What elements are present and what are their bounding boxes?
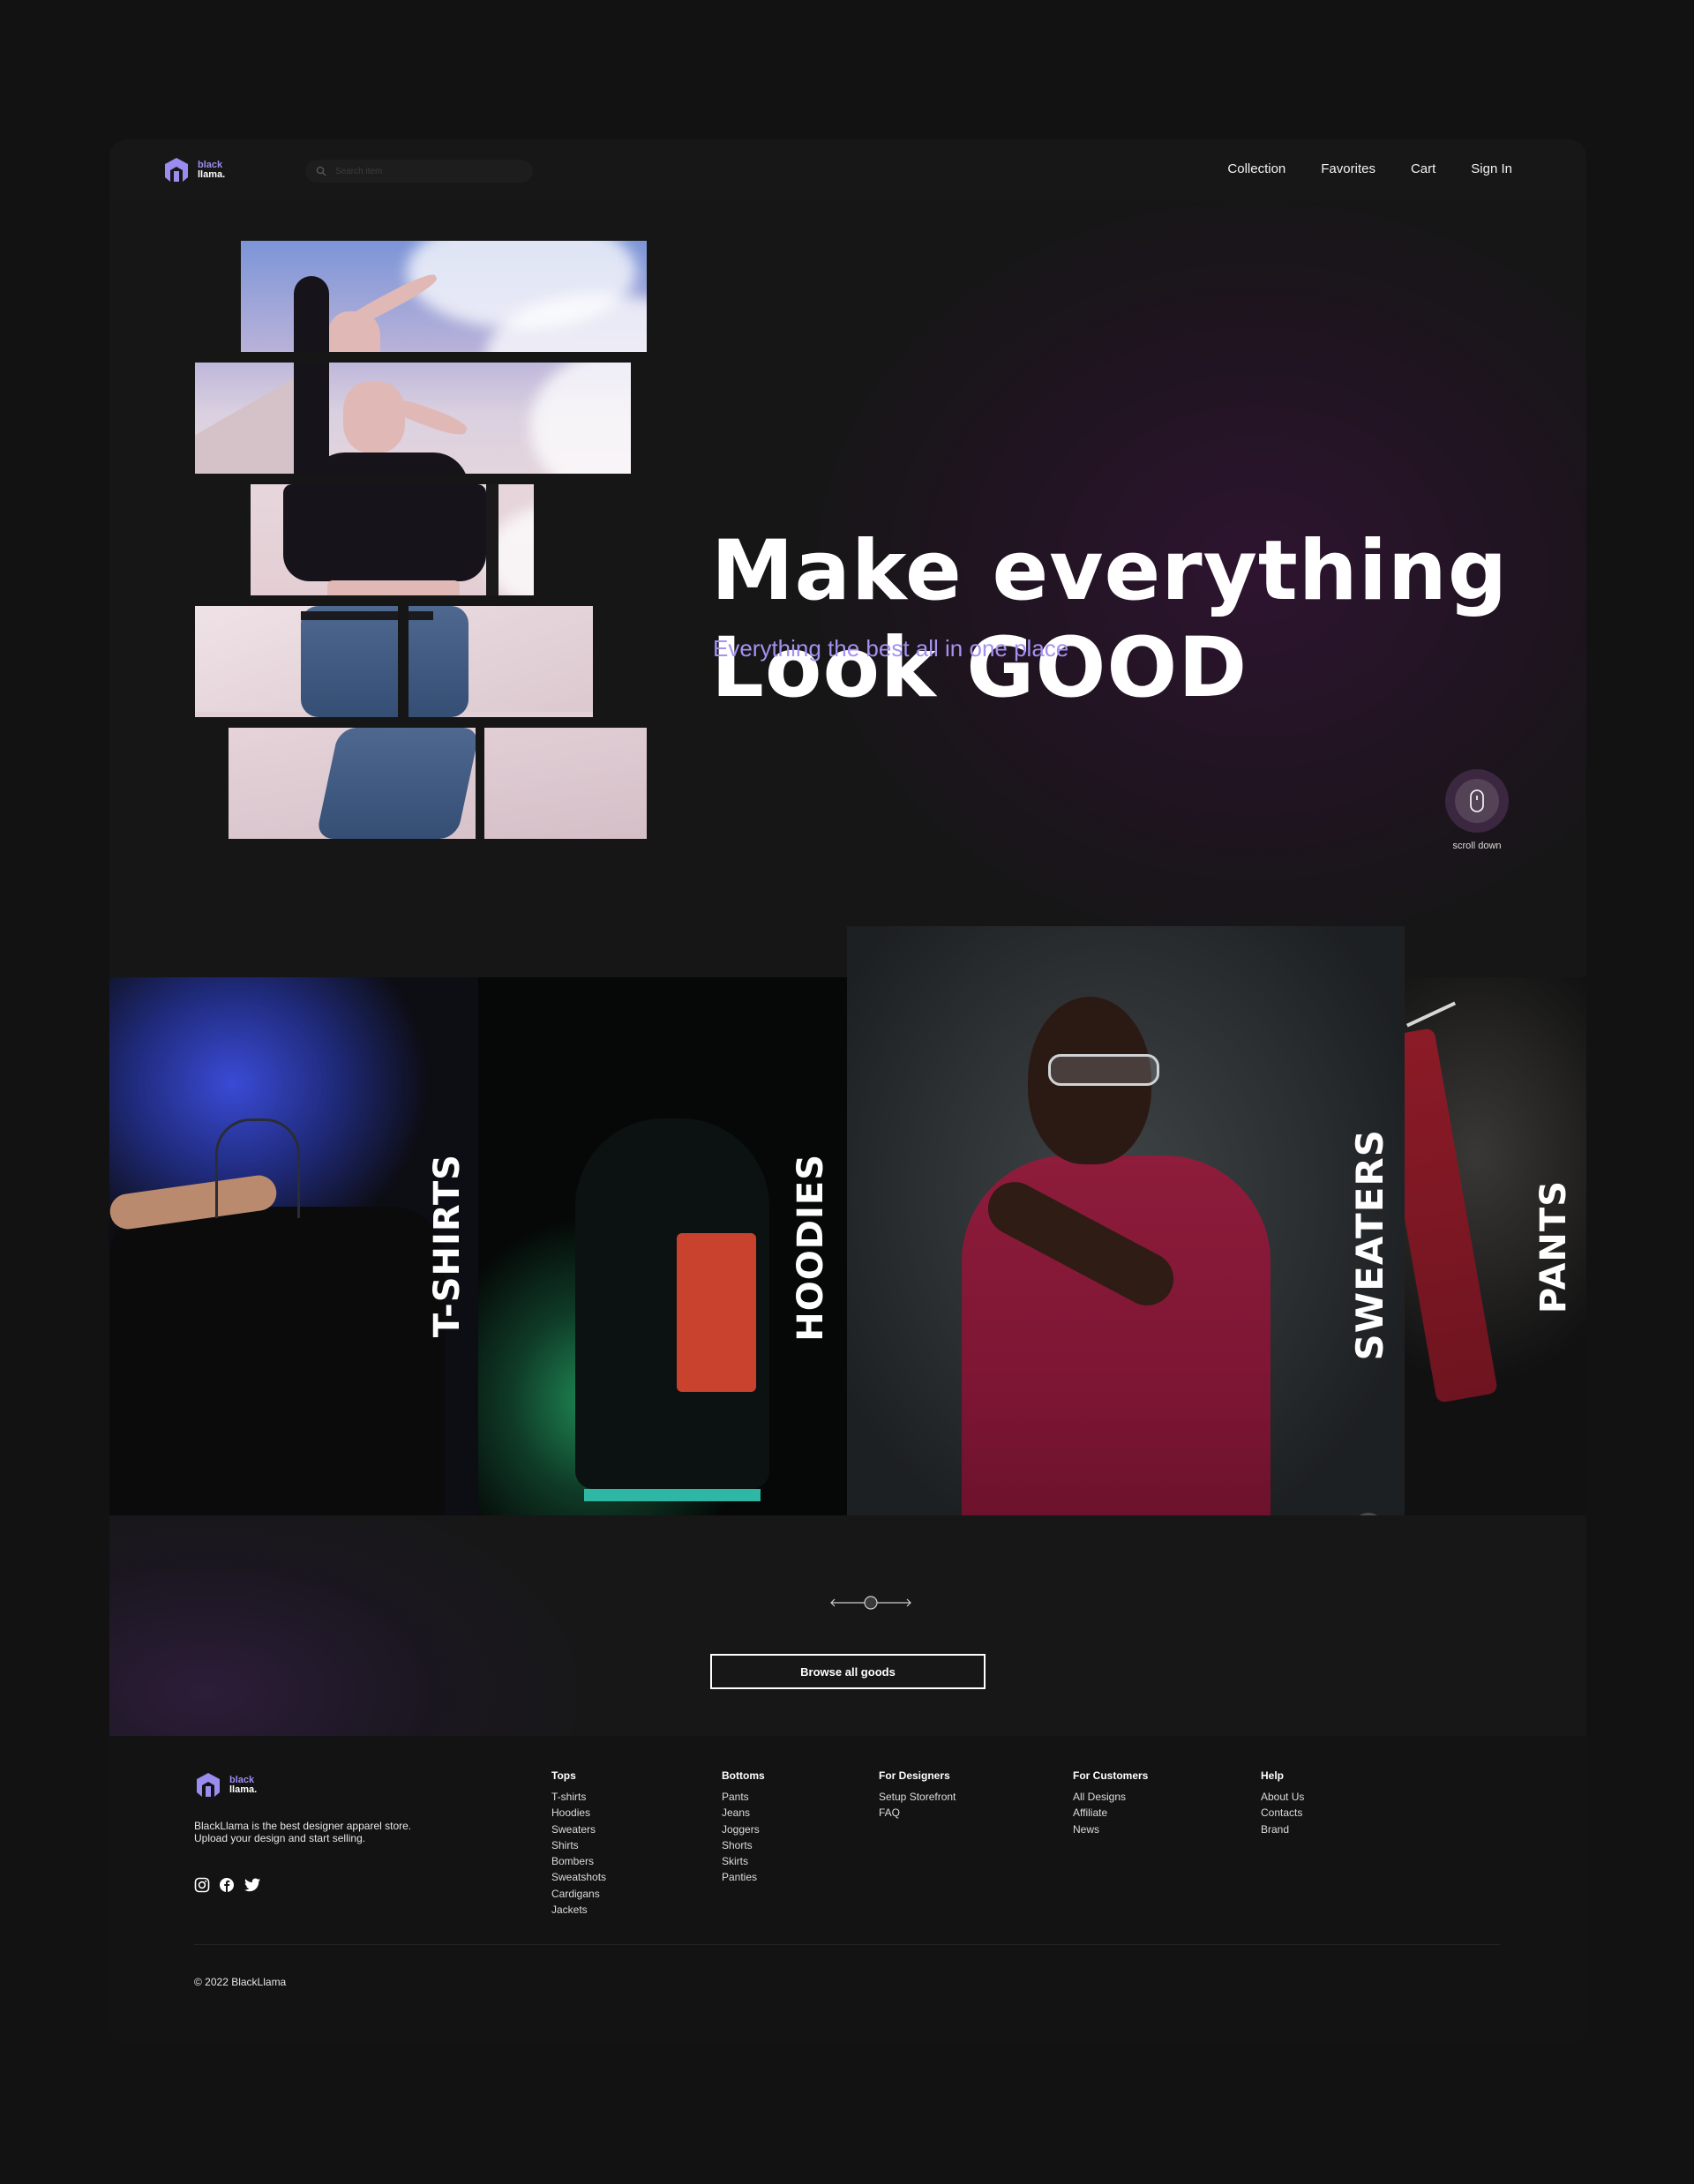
footer-link[interactable]: Panties	[722, 1869, 765, 1885]
footer-logo-line2: llama.	[229, 1784, 258, 1795]
footer-link[interactable]: Sweatshots	[551, 1869, 606, 1885]
search-bar[interactable]	[305, 160, 533, 183]
footer-link[interactable]: Skirts	[722, 1853, 765, 1869]
footer-col-title: Tops	[551, 1769, 576, 1782]
footer-col-for-customers: For Customers All Designs Affiliate News	[1073, 1769, 1148, 1837]
category-tshirts[interactable]: T-SHIRTS	[109, 977, 478, 1515]
footer-logo-text: black llama.	[229, 1776, 257, 1795]
search-icon	[316, 166, 326, 176]
footer-divider	[194, 1944, 1500, 1945]
search-input[interactable]	[334, 165, 513, 177]
footer-link[interactable]: Sweaters	[551, 1821, 606, 1837]
category-label-hoodies: HOODIES	[791, 1154, 831, 1342]
facebook-icon[interactable]	[219, 1877, 235, 1893]
scroll-down-button[interactable]	[1445, 769, 1509, 833]
footer-link[interactable]: Pants	[722, 1789, 765, 1805]
hero-title-line1: Make everything	[711, 523, 1509, 619]
footer-col-for-designers: For Designers Setup Storefront FAQ	[879, 1769, 956, 1821]
instagram-icon[interactable]	[194, 1877, 210, 1893]
footer-link[interactable]: News	[1073, 1821, 1148, 1837]
main-nav: Collection Favorites Cart Sign In	[1227, 161, 1512, 176]
llama-logo-icon	[165, 158, 188, 182]
category-pants[interactable]: PANTS	[1405, 977, 1586, 1515]
browse-all-goods-button[interactable]: Browse all goods	[710, 1654, 986, 1689]
llama-logo-icon	[197, 1773, 220, 1797]
footer-col-title: Bottoms	[722, 1769, 765, 1782]
footer-link[interactable]: About Us	[1261, 1789, 1304, 1805]
hero-title: Make everything Look GOOD	[711, 523, 1508, 717]
page-frame: black llama. Collection Favorites Cart S…	[109, 139, 1586, 2045]
hero-image-strip-2	[180, 363, 631, 474]
category-sweaters[interactable]: SWEATERS	[847, 926, 1405, 1563]
footer-link[interactable]: Shorts	[722, 1837, 765, 1853]
footer: black llama. BlackLlama is the best desi…	[109, 1736, 1586, 2045]
footer-link[interactable]: Contacts	[1261, 1805, 1304, 1821]
category-label-pants: PANTS	[1533, 1180, 1574, 1314]
footer-link[interactable]: T-shirts	[551, 1789, 606, 1805]
footer-link[interactable]: Brand	[1261, 1821, 1304, 1837]
footer-logo[interactable]: black llama.	[194, 1771, 257, 1799]
nav-sign-in[interactable]: Sign In	[1471, 161, 1512, 176]
category-label-sweaters: SWEATERS	[1348, 1129, 1391, 1361]
footer-description: BlackLlama is the best designer apparel …	[194, 1820, 412, 1844]
footer-col-title: Help	[1261, 1769, 1285, 1782]
logo-text: black llama.	[198, 161, 225, 180]
footer-link[interactable]: Setup Storefront	[879, 1789, 956, 1805]
hero-section: Make everything Look GOOD Everything the…	[109, 201, 1586, 977]
footer-link[interactable]: Bombers	[551, 1853, 606, 1869]
hero-image-strip-5	[229, 728, 647, 839]
mouse-icon	[1470, 789, 1484, 812]
footer-link[interactable]: Jackets	[551, 1902, 606, 1918]
scroll-down-label: scroll down	[1452, 841, 1502, 851]
browse-section	[109, 1515, 1586, 1736]
footer-link[interactable]: Affiliate	[1073, 1805, 1148, 1821]
footer-col-help: Help About Us Contacts Brand	[1261, 1769, 1304, 1837]
nav-collection[interactable]: Collection	[1227, 161, 1285, 176]
hero-image-strip-4	[147, 606, 593, 717]
footer-col-tops: Tops T-shirts Hoodies Sweaters Shirts Bo…	[551, 1769, 606, 1918]
footer-col-bottoms: Bottoms Pants Jeans Joggers Shorts Skirt…	[722, 1769, 765, 1886]
header: black llama. Collection Favorites Cart S…	[109, 139, 1586, 202]
logo-text-line2: llama.	[198, 169, 226, 180]
hero-image-strip-3	[251, 484, 534, 595]
nav-favorites[interactable]: Favorites	[1321, 161, 1375, 176]
nav-cart[interactable]: Cart	[1411, 161, 1435, 176]
footer-link[interactable]: Hoodies	[551, 1805, 606, 1821]
footer-link[interactable]: Joggers	[722, 1821, 765, 1837]
category-hoodies[interactable]: HOODIES	[478, 977, 847, 1515]
social-links	[194, 1877, 261, 1893]
footer-col-title: For Designers	[879, 1769, 950, 1782]
twitter-icon[interactable]	[244, 1877, 261, 1893]
hero-image-strip-1	[241, 241, 647, 352]
hero-subtitle: Everything the best all in one place	[713, 635, 1069, 662]
copyright: © 2022 BlackLlama	[194, 1976, 287, 1988]
footer-link[interactable]: Jeans	[722, 1805, 765, 1821]
footer-col-title: For Customers	[1073, 1769, 1149, 1782]
footer-link[interactable]: All Designs	[1073, 1789, 1148, 1805]
footer-link[interactable]: FAQ	[879, 1805, 956, 1821]
logo[interactable]: black llama.	[162, 156, 225, 184]
footer-link[interactable]: Cardigans	[551, 1886, 606, 1902]
slider-drag-icon[interactable]	[822, 1592, 919, 1613]
category-label-tshirts: T-SHIRTS	[427, 1154, 468, 1338]
footer-link[interactable]: Shirts	[551, 1837, 606, 1853]
